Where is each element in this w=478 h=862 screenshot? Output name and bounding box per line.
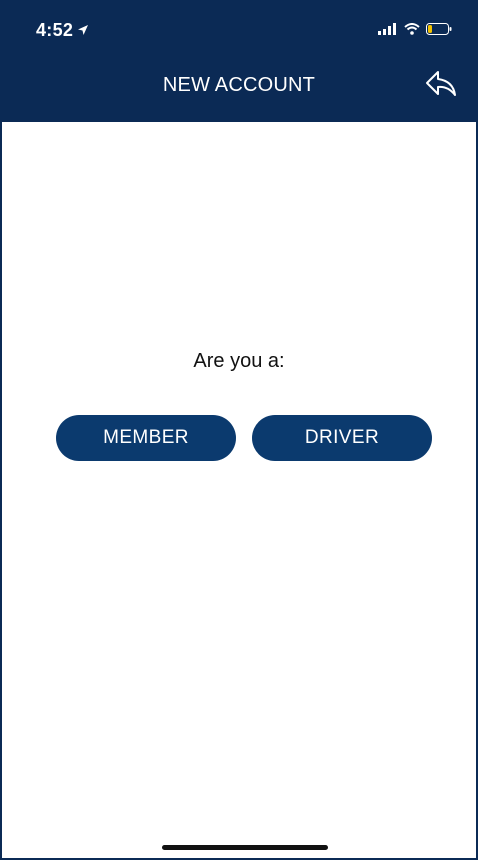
reply-arrow-icon — [424, 69, 458, 104]
status-time: 4:52 — [36, 20, 74, 40]
member-button[interactable]: MEMBER — [56, 415, 236, 461]
page-title: NEW ACCOUNT — [162, 74, 316, 96]
account-type-options: MEMBER DRIVER — [56, 415, 432, 461]
wifi-icon — [404, 22, 420, 40]
driver-button[interactable]: DRIVER — [252, 415, 432, 461]
status-time-group: 4:52 — [36, 20, 89, 41]
home-indicator[interactable] — [162, 845, 328, 850]
status-bar: 4:52 — [2, 0, 476, 54]
cellular-signal-icon — [378, 22, 398, 40]
location-arrow-icon — [77, 20, 89, 41]
back-button[interactable] — [422, 68, 460, 104]
nav-bar: NEW ACCOUNT — [2, 54, 476, 122]
account-type-prompt: Are you a: — [193, 350, 285, 372]
phone-screen: 4:52 NEW ACCOUNT Are you a: MEMBER DRIVE… — [0, 0, 478, 860]
battery-low-icon — [426, 22, 452, 40]
status-indicators — [378, 22, 452, 40]
